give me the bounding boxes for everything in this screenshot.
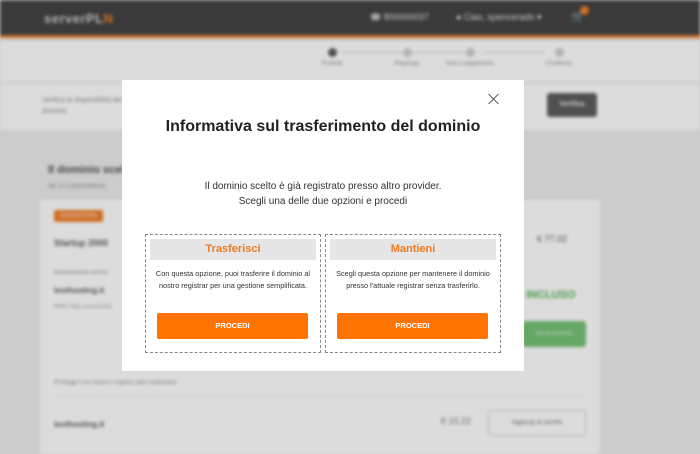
modal-description-line: Il dominio scelto è già registrato press… xyxy=(204,181,442,192)
option-description: Scegli questa opzione per mantenere il d… xyxy=(336,269,490,290)
close-icon[interactable] xyxy=(487,92,501,106)
option-description: Con questa opzione, puoi trasferire il d… xyxy=(155,269,311,290)
modal-description-line: Scegli una delle due opzioni e procedi xyxy=(238,196,408,207)
option-transfer: Trasferisci Con questa opzione, puoi tra… xyxy=(145,234,321,353)
transfer-proceed-button[interactable]: PROCEDI xyxy=(157,313,308,339)
option-title: Mantieni xyxy=(330,239,496,260)
option-title: Trasferisci xyxy=(150,239,316,260)
modal-title: Informativa sul trasferimento del domini… xyxy=(165,118,481,135)
modal-description: Il dominio scelto è già registrato press… xyxy=(122,179,524,209)
keep-proceed-button[interactable]: PROCEDI xyxy=(337,313,488,339)
option-keep: Mantieni Scegli questa opzione per mante… xyxy=(325,234,501,353)
